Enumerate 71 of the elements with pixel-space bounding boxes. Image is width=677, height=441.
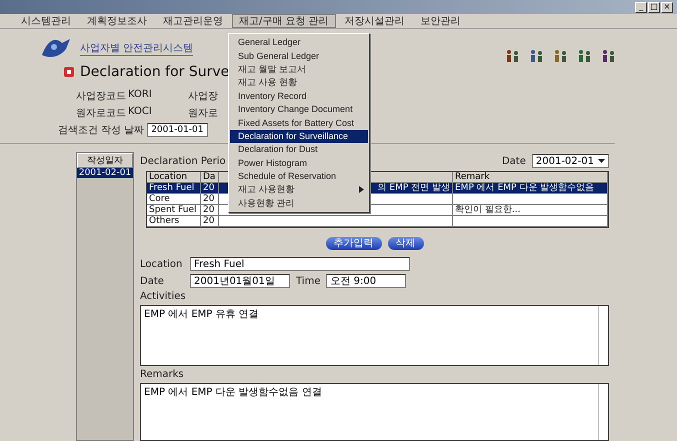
field-label: 원자로: [188, 107, 219, 120]
menu-option[interactable]: 재고 사용현황: [230, 183, 368, 197]
date-dropdown[interactable]: 2001-02-01: [532, 154, 609, 168]
people-icon: [505, 49, 521, 63]
field-label: 사업장코드: [76, 90, 127, 103]
field-label: Location: [140, 258, 184, 270]
subtitle: 사업자별 안전관리시스템: [80, 40, 194, 56]
table-cell[interactable]: Spent Fuel: [147, 205, 201, 216]
field-label: 원자로코드: [76, 107, 127, 120]
field-label: Time: [296, 276, 320, 286]
date-field[interactable]: 2001년01월01일: [190, 274, 290, 288]
menu-option[interactable]: Fixed Assets for Battery Cost: [230, 116, 368, 130]
menu-option[interactable]: Power Histogram: [230, 156, 368, 170]
field-label: Date: [140, 276, 165, 286]
people-icon: [529, 49, 545, 63]
menu-option[interactable]: 재고 사용 현황: [230, 76, 368, 90]
dropdown-arrow-icon: [598, 159, 605, 164]
time-field[interactable]: 오전 9:00: [326, 274, 406, 288]
form-icon: [64, 67, 74, 77]
page-title: Declaration for Surve: [80, 64, 230, 80]
table-cell: 확인이 필요한...: [453, 205, 608, 216]
search-label: 검색조건: [58, 124, 98, 137]
menu-item[interactable]: 저장시설관리: [338, 14, 412, 28]
menu-option[interactable]: Schedule of Reservation: [230, 170, 368, 184]
menu-option[interactable]: Inventory Change Document: [230, 102, 368, 116]
table-cell: 20: [201, 183, 219, 194]
field-label: Date: [502, 156, 526, 166]
menu-option[interactable]: Declaration for Dust: [230, 143, 368, 157]
table-cell[interactable]: Others: [147, 216, 201, 227]
menu-option[interactable]: General Ledger: [230, 36, 368, 50]
column-header: Remark: [453, 172, 608, 183]
activities-textarea[interactable]: EMP 에서 EMP 유휴 연결: [140, 305, 609, 366]
table-cell: 20: [201, 216, 219, 227]
menu-option[interactable]: 사용현황 관리: [230, 196, 368, 210]
menu-item[interactable]: 계획정보조사: [80, 14, 154, 28]
menu-option[interactable]: Sub General Ledger: [230, 49, 368, 63]
submenu-arrow-icon: [359, 186, 364, 194]
menu-option[interactable]: 재고 월말 보고서: [230, 62, 368, 76]
people-icon: [553, 49, 569, 63]
window-control[interactable]: ×: [661, 2, 673, 12]
table-cell: 20: [201, 205, 219, 216]
field-value: KORI: [128, 89, 153, 102]
menu-option[interactable]: Declaration for Surveillance: [230, 130, 368, 144]
menu-item[interactable]: 재고관리운영: [156, 14, 230, 28]
column-header: Da: [201, 172, 219, 183]
table-cell[interactable]: Fresh Fuel: [147, 183, 201, 194]
window-control[interactable]: □: [648, 2, 660, 12]
action-button[interactable]: 삭제: [388, 237, 424, 250]
field-label: Activities: [140, 291, 187, 302]
table-cell[interactable]: Core: [147, 194, 201, 205]
menu-item[interactable]: 보안관리: [414, 14, 468, 28]
action-button[interactable]: 추가입력: [326, 237, 382, 250]
list-header: 작성일자: [77, 153, 133, 168]
column-header: Location: [147, 172, 201, 183]
location-field[interactable]: Fresh Fuel: [190, 257, 410, 271]
field-label: 작성 날짜: [101, 124, 144, 137]
field-label: Remarks: [140, 369, 185, 380]
window-control[interactable]: _: [635, 2, 647, 12]
menu-option[interactable]: Inventory Record: [230, 90, 368, 103]
table-cell: 20: [201, 194, 219, 205]
list-item[interactable]: 2001-02-01: [77, 168, 133, 178]
people-icon: [601, 49, 617, 63]
field-label: 사업장: [188, 90, 219, 103]
field-value: KOCI: [128, 106, 153, 119]
section-label: Declaration Perio: [140, 156, 226, 166]
people-icon: [577, 49, 593, 63]
menu-item[interactable]: 시스템관리: [14, 14, 78, 28]
date-field[interactable]: 2001-01-01: [147, 123, 208, 137]
remarks-textarea[interactable]: EMP 에서 EMP 다운 발생함수없음 연결: [140, 383, 609, 441]
table-cell: EMP 에서 EMP 다운 발생함수없음: [453, 183, 608, 194]
menu-item[interactable]: 재고/구매 요청 관리: [232, 14, 336, 28]
